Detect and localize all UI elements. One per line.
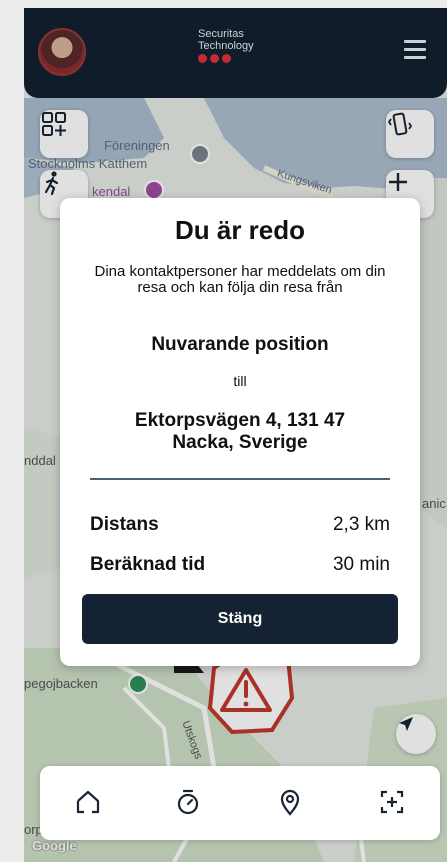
dialog-title: Du är redo: [174, 215, 306, 245]
destination-line1: Ektorpsvägen 4, 131 47: [134, 410, 346, 431]
nav-timer[interactable]: [170, 784, 206, 820]
trip-destination: Ektorpsvägen 4, 131 47 Nacka, Sverige: [100, 410, 380, 454]
nav-location[interactable]: [272, 784, 308, 820]
bottom-navigation: [40, 766, 440, 840]
home-icon: [76, 790, 100, 814]
trip-ready-dialog: Du är redo Dina kontaktpersoner har medd…: [60, 198, 420, 666]
nav-scan[interactable]: [374, 784, 410, 820]
nav-home[interactable]: [70, 784, 106, 820]
scan-add-icon: [380, 790, 404, 814]
trip-to-label: till: [233, 373, 247, 389]
dialog-message: Dina kontaktpersoner har meddelats om di…: [94, 263, 386, 296]
destination-line2: Nacka, Sverige: [172, 432, 308, 453]
distance-label: Distans: [90, 514, 159, 535]
timer-icon: [177, 789, 199, 815]
app-screen: Föreningen Stocknolms Katthem kendal Kun…: [24, 8, 447, 862]
location-pin-icon: [280, 789, 300, 816]
eta-value: 30 min: [332, 554, 390, 575]
distance-value: 2,3 km: [332, 514, 390, 535]
trip-origin: Nuvarande position: [151, 334, 329, 355]
divider: [90, 478, 390, 480]
close-button[interactable]: Stäng: [82, 594, 398, 644]
eta-label: Beräknad tid: [90, 554, 206, 575]
